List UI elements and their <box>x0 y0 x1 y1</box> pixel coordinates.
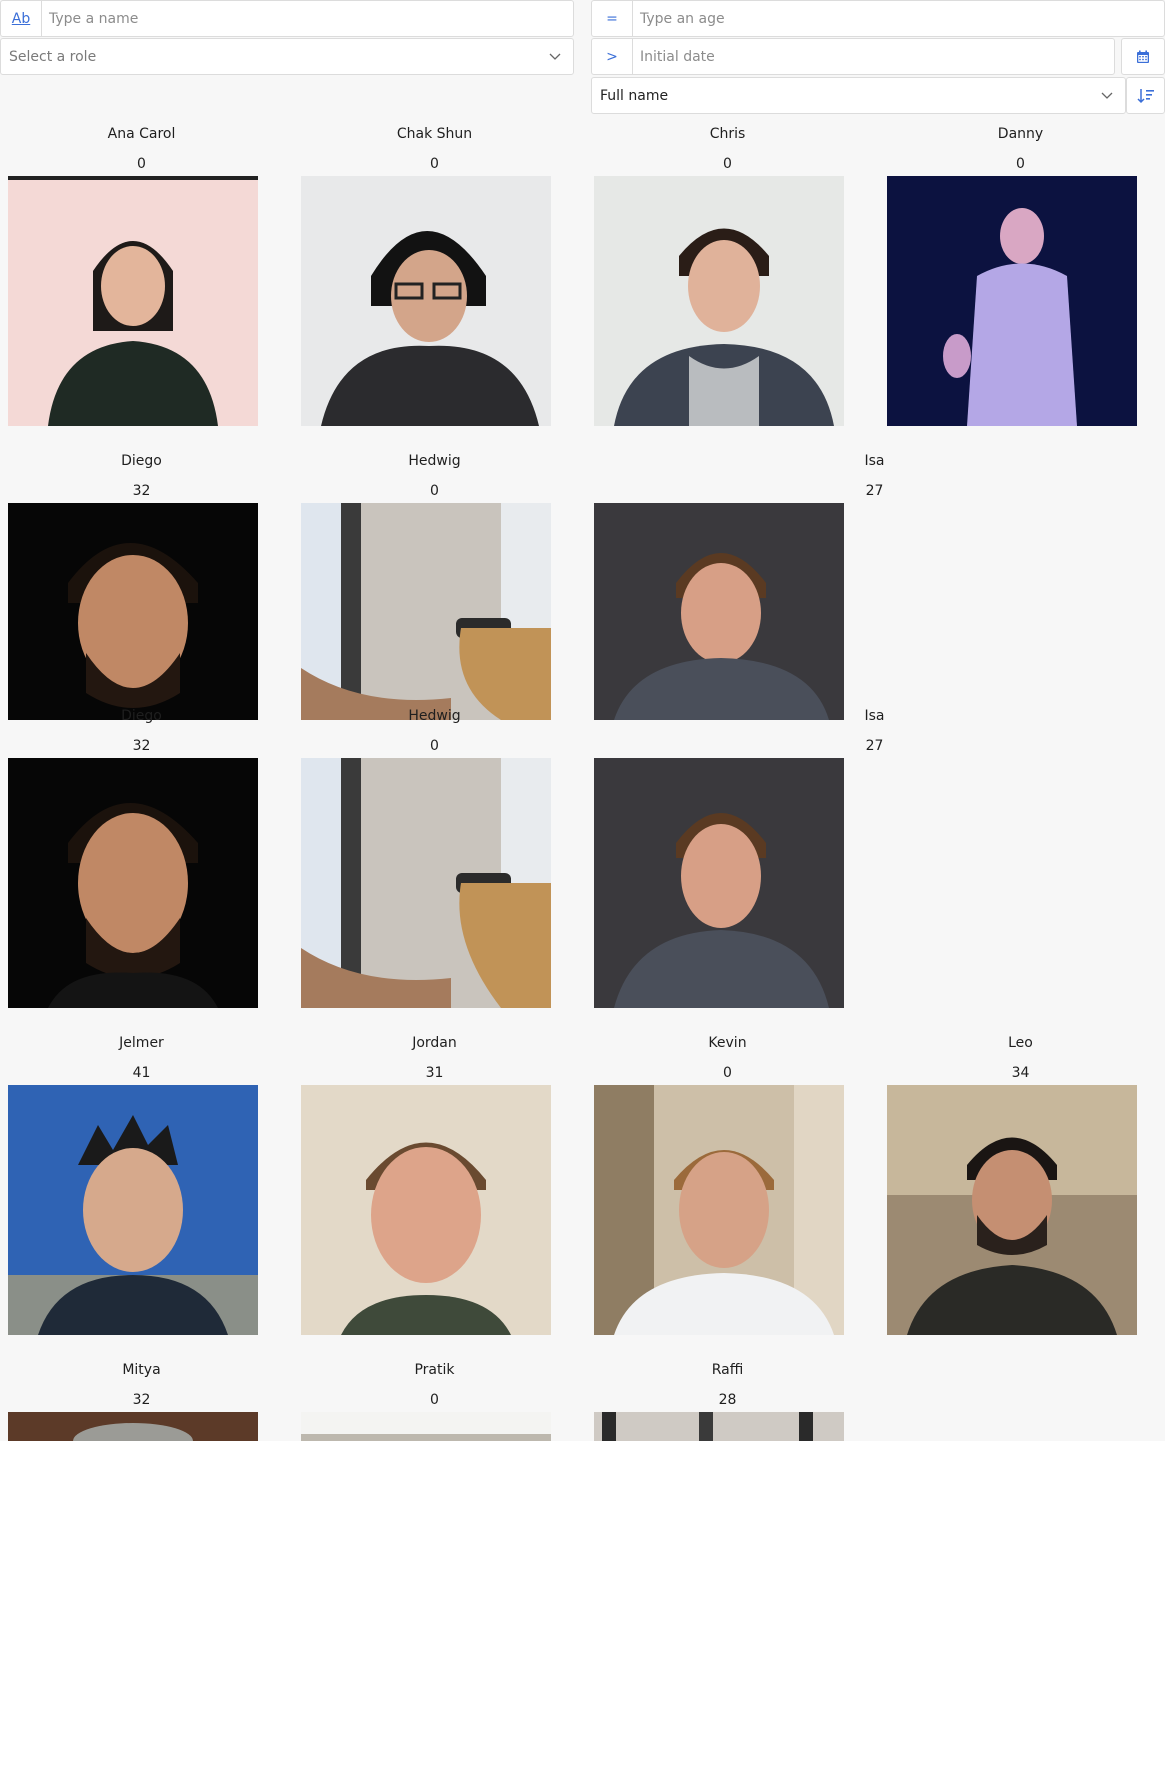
equals-operator-button[interactable]: = <box>592 1 633 36</box>
person-name: Diego <box>121 453 162 469</box>
person-age: 34 <box>1011 1065 1030 1081</box>
person-photo <box>8 1412 258 1441</box>
person-photo <box>8 503 258 720</box>
person-name: Kevin <box>708 1035 747 1051</box>
calendar-button[interactable] <box>1121 38 1165 75</box>
person-photo <box>594 503 844 720</box>
person-name: Hedwig <box>408 708 461 724</box>
person-name: Mitya <box>122 1362 161 1378</box>
chevron-down-icon <box>549 53 561 60</box>
person-name: Hedwig <box>408 453 461 469</box>
person-photo <box>301 1085 551 1335</box>
person-age: 27 <box>865 483 884 499</box>
person-age: 31 <box>425 1065 444 1081</box>
date-filter-input[interactable]: Initial date <box>640 39 715 74</box>
person-name: Pratik <box>414 1362 455 1378</box>
age-filter-input[interactable]: Type an age <box>640 1 725 36</box>
person-name: Diego <box>121 708 162 724</box>
sort-descending-icon <box>1136 88 1154 103</box>
person-name: Ana Carol <box>107 126 176 142</box>
age-filter-field[interactable]: = Type an age <box>591 0 1165 37</box>
sort-select[interactable]: Full name <box>591 77 1126 114</box>
person-photo <box>301 176 551 426</box>
name-filter-field[interactable]: Ab Type a name <box>0 0 574 37</box>
person-age: 0 <box>430 156 439 172</box>
person-name: Raffi <box>711 1362 744 1378</box>
person-photo <box>8 1085 258 1335</box>
sort-direction-button[interactable] <box>1126 77 1165 114</box>
person-photo <box>301 1412 551 1441</box>
person-photo <box>887 176 1137 426</box>
person-age: 0 <box>137 156 146 172</box>
role-select-placeholder: Select a role <box>9 48 97 65</box>
person-age: 32 <box>132 483 151 499</box>
person-photo <box>594 1412 844 1441</box>
person-photo <box>594 176 844 426</box>
person-age: 27 <box>865 738 884 754</box>
date-filter-field[interactable]: > Initial date <box>591 38 1115 75</box>
person-age: 32 <box>132 1392 151 1408</box>
person-name: Leo <box>1008 1035 1033 1051</box>
person-photo <box>301 503 551 720</box>
person-name: Jordan <box>412 1035 457 1051</box>
person-age: 28 <box>718 1392 737 1408</box>
person-name: Isa <box>864 453 885 469</box>
person-photo <box>594 758 844 1008</box>
person-age: 0 <box>430 738 439 754</box>
person-name: Danny <box>997 126 1044 142</box>
person-photo <box>301 758 551 1008</box>
role-select[interactable]: Select a role <box>0 38 574 75</box>
person-age: 0 <box>723 156 732 172</box>
person-name: Jelmer <box>119 1035 164 1051</box>
person-age: 0 <box>430 1392 439 1408</box>
person-photo <box>594 1085 844 1335</box>
people-directory: Ab Type a name Select a role = Type an a… <box>0 0 1165 1441</box>
text-match-icon[interactable]: Ab <box>1 1 42 36</box>
sort-select-value: Full name <box>600 87 669 104</box>
person-name: Chak Shun <box>396 126 473 142</box>
name-filter-input[interactable]: Type a name <box>49 1 138 36</box>
person-age: 0 <box>723 1065 732 1081</box>
person-age: 0 <box>1016 156 1025 172</box>
person-photo <box>887 1085 1137 1335</box>
chevron-down-icon <box>1101 92 1113 99</box>
person-age: 41 <box>132 1065 151 1081</box>
person-name: Chris <box>709 126 746 142</box>
person-photo <box>8 758 258 1008</box>
person-age: 32 <box>132 738 151 754</box>
greater-than-operator-button[interactable]: > <box>592 39 633 74</box>
person-name: Isa <box>864 708 885 724</box>
calendar-icon <box>1137 50 1149 63</box>
person-photo <box>8 176 258 426</box>
person-age: 0 <box>430 483 439 499</box>
